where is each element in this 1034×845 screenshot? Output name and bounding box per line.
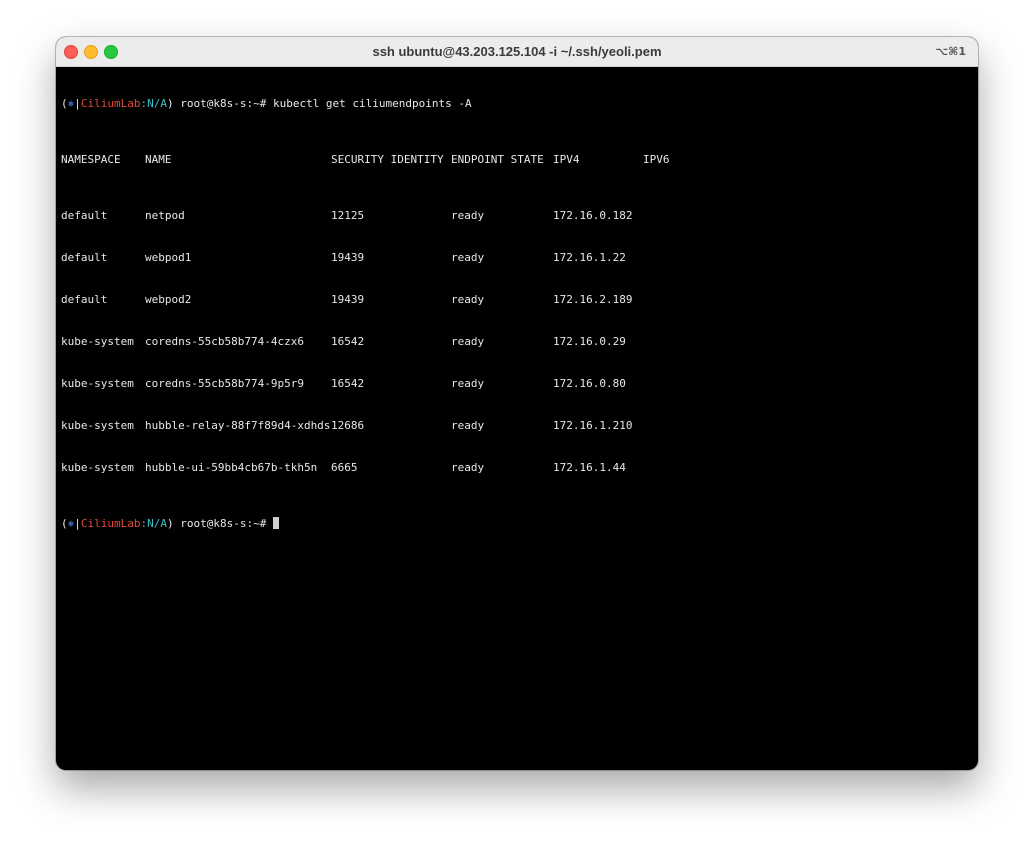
cell-endpoint-state: ready <box>451 419 485 432</box>
cell-ipv4: 172.16.1.210 <box>553 419 633 432</box>
cell-ipv4: 172.16.0.182 <box>553 209 633 222</box>
cell-endpoint-state: ready <box>451 293 485 306</box>
terminal-window: ssh ubuntu@43.203.125.104 -i ~/.ssh/yeol… <box>56 37 978 770</box>
cell-security-identity: 16542 <box>331 377 365 390</box>
table-row: kube-system coredns-55cb58b774-9p5r9 165… <box>61 377 973 391</box>
table-row: kube-system hubble-relay-88f7f89d4-xdhds… <box>61 419 973 433</box>
cell-ipv4: 172.16.1.22 <box>553 251 626 264</box>
cell-namespace: kube-system <box>61 461 134 474</box>
cell-name: coredns-55cb58b774-4czx6 <box>145 335 304 348</box>
header-ipv6: IPV6 <box>643 153 670 166</box>
window-title: ssh ubuntu@43.203.125.104 -i ~/.ssh/yeol… <box>372 44 662 59</box>
cell-name: coredns-55cb58b774-9p5r9 <box>145 377 304 390</box>
command-text: kubectl get ciliumendpoints -A <box>272 97 472 110</box>
header-ipv4: IPV4 <box>553 153 580 166</box>
cell-namespace: default <box>61 251 108 264</box>
cell-security-identity: 12125 <box>331 209 365 222</box>
cell-security-identity: 12686 <box>331 419 365 432</box>
terminal-output[interactable]: (⎈|CiliumLab:N/A) root@k8s-s:~# kubectl … <box>61 69 973 770</box>
table-row: default webpod2 19439 ready 172.16.2.189 <box>61 293 973 307</box>
cell-namespace: default <box>61 293 108 306</box>
title-bar[interactable]: ssh ubuntu@43.203.125.104 -i ~/.ssh/yeol… <box>56 37 978 67</box>
cell-ipv4: 172.16.0.29 <box>553 335 626 348</box>
cell-endpoint-state: ready <box>451 377 485 390</box>
cell-namespace: kube-system <box>61 335 134 348</box>
cell-namespace: kube-system <box>61 377 134 390</box>
cell-endpoint-state: ready <box>451 251 485 264</box>
window-shortcut: ⌥⌘1 <box>935 45 966 58</box>
cell-security-identity: 19439 <box>331 293 365 306</box>
prompt-line-current[interactable]: (⎈|CiliumLab:N/A) root@k8s-s:~# <box>61 517 973 531</box>
kube-context: CiliumLab <box>80 97 141 110</box>
prompt-line: (⎈|CiliumLab:N/A) root@k8s-s:~# kubectl … <box>61 97 973 111</box>
prompt-separator: | <box>74 97 81 110</box>
prompt-user-host: ) root@k8s-s:~# <box>166 97 273 110</box>
cell-name: webpod2 <box>145 293 192 306</box>
kube-namespace: N/A <box>147 517 167 530</box>
kube-namespace: N/A <box>147 97 167 110</box>
cell-name: hubble-relay-88f7f89d4-xdhds <box>145 419 331 432</box>
header-namespace: NAMESPACE <box>61 153 121 166</box>
cell-name: netpod <box>145 209 185 222</box>
cell-name: webpod1 <box>145 251 192 264</box>
cell-security-identity: 19439 <box>331 251 365 264</box>
cell-namespace: default <box>61 209 108 222</box>
table-row: default webpod1 19439 ready 172.16.1.22 <box>61 251 973 265</box>
header-name: NAME <box>145 153 172 166</box>
kube-context: CiliumLab <box>80 517 141 530</box>
cell-ipv4: 172.16.2.189 <box>553 293 633 306</box>
prompt-open-paren: ( <box>61 517 68 530</box>
cell-endpoint-state: ready <box>451 461 485 474</box>
text-cursor <box>272 517 279 529</box>
header-security-identity: SECURITY IDENTITY <box>331 153 444 166</box>
prompt-user-host: ) root@k8s-s:~# <box>166 517 273 530</box>
header-endpoint-state: ENDPOINT STATE <box>451 153 544 166</box>
table-row: kube-system hubble-ui-59bb4cb67b-tkh5n 6… <box>61 461 973 475</box>
cell-endpoint-state: ready <box>451 209 485 222</box>
cell-endpoint-state: ready <box>451 335 485 348</box>
prompt-separator: | <box>74 517 81 530</box>
prompt-open-paren: ( <box>61 97 68 110</box>
cell-ipv4: 172.16.0.80 <box>553 377 626 390</box>
table-row: kube-system coredns-55cb58b774-4czx6 165… <box>61 335 973 349</box>
cell-ipv4: 172.16.1.44 <box>553 461 626 474</box>
table-row: default netpod 12125 ready 172.16.0.182 <box>61 209 973 223</box>
cell-name: hubble-ui-59bb4cb67b-tkh5n <box>145 461 318 474</box>
cell-security-identity: 16542 <box>331 335 365 348</box>
cell-security-identity: 6665 <box>331 461 358 474</box>
table-header: NAMESPACE NAME SECURITY IDENTITY ENDPOIN… <box>61 153 973 167</box>
cell-namespace: kube-system <box>61 419 134 432</box>
